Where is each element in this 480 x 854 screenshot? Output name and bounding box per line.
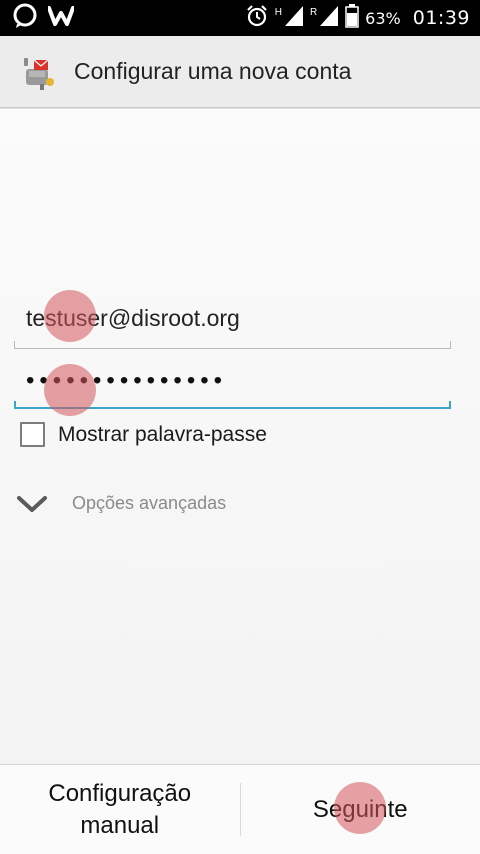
network-type-2: R <box>309 6 318 18</box>
mail-app-icon[interactable] <box>20 52 60 92</box>
manual-setup-button[interactable]: Configuração manual <box>0 765 240 854</box>
show-password-checkbox[interactable] <box>20 422 45 447</box>
signal-icon-1 <box>284 5 304 32</box>
touch-marker-email <box>44 290 96 342</box>
w-app-icon <box>47 5 75 32</box>
bottom-button-bar: Configuração manual Seguinte <box>0 764 480 854</box>
show-password-label: Mostrar palavra-passe <box>58 422 267 446</box>
touch-marker-next <box>334 782 386 834</box>
signal-icon-2 <box>319 5 339 32</box>
manual-setup-label-line2: manual <box>80 811 160 839</box>
touch-marker-password <box>44 364 96 416</box>
advanced-options-toggle[interactable]: Opções avançadas <box>16 493 226 514</box>
show-password-row[interactable]: Mostrar palavra-passe <box>20 422 267 447</box>
chevron-down-icon <box>16 494 48 514</box>
action-bar: Configurar uma nova conta <box>0 36 480 108</box>
alarm-icon <box>245 4 269 33</box>
page-title: Configurar uma nova conta <box>74 58 352 84</box>
battery-icon <box>345 3 359 33</box>
network-type-1: H <box>274 6 282 18</box>
setup-form: testuser@disroot.org ••••••••••••••• Mos… <box>0 109 480 764</box>
chat-bubble-icon <box>12 3 38 34</box>
battery-percent: 63% <box>365 8 401 28</box>
advanced-options-label: Opções avançadas <box>72 493 227 513</box>
clock: 01:39 <box>412 7 470 29</box>
status-bar: H R 63% 01:39 <box>0 0 480 36</box>
manual-setup-label-line1: Configuração <box>48 779 192 807</box>
